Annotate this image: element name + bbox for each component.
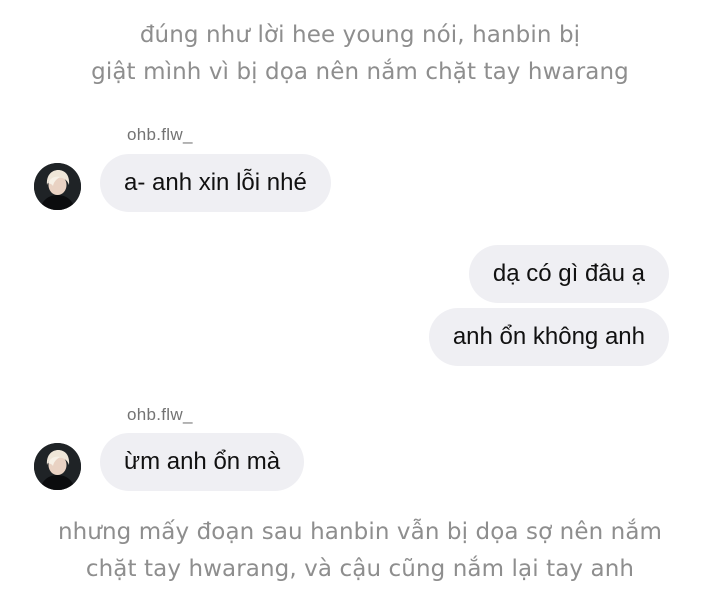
avatar-portrait-icon	[34, 443, 81, 490]
narration-line: nhưng mấy đoạn sau hanbin vẫn bị dọa sợ …	[57, 519, 663, 545]
narration-top: đúng như lời hee young nói, hanbin bị gi…	[0, 17, 720, 91]
avatar-portrait-icon	[34, 163, 81, 210]
narration-line: đúng như lời hee young nói, hanbin bị	[139, 22, 581, 48]
narration-line: chặt tay hwarang, và cậu cũng nắm lại ta…	[85, 556, 635, 582]
sender-username[interactable]: ohb.flw_	[127, 405, 193, 425]
sender-avatar[interactable]	[34, 163, 81, 210]
sender-username[interactable]: ohb.flw_	[127, 125, 193, 145]
narration-bottom: nhưng mấy đoạn sau hanbin vẫn bị dọa sợ …	[0, 514, 720, 588]
incoming-message-bubble[interactable]: a- anh xin lỗi nhé	[100, 154, 331, 212]
narration-line: giật mình vì bị dọa nên nắm chặt tay hwa…	[91, 59, 629, 85]
incoming-message-bubble[interactable]: ừm anh ổn mà	[100, 433, 305, 491]
outgoing-message-bubble[interactable]: anh ổn không anh	[428, 308, 669, 366]
outgoing-message-bubble[interactable]: dạ có gì đâu ạ	[468, 245, 669, 303]
sender-avatar[interactable]	[34, 443, 81, 490]
